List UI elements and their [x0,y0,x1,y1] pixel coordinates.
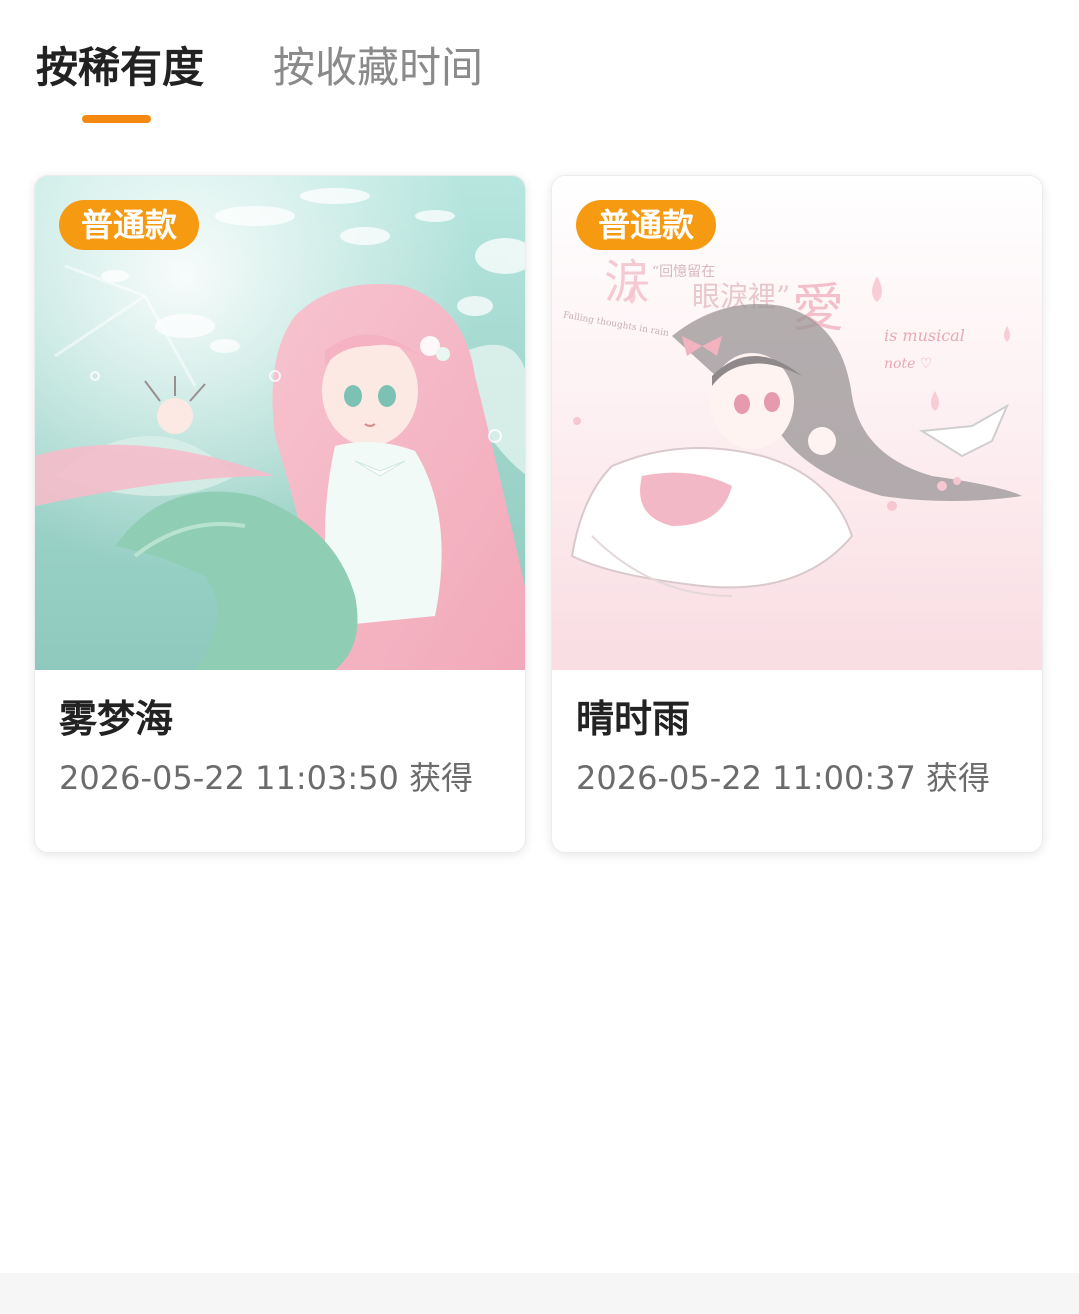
art-script-1: is musical [884,326,965,345]
collection-card-qingshiyu[interactable]: 涙 “回憶留在 眼淚裡” 愛 is musical note ♡ Falling… [551,175,1043,853]
lying-girl-illustration-image: 涙 “回憶留在 眼淚裡” 愛 is musical note ♡ Falling… [552,176,1042,670]
rarity-badge: 普通款 [576,200,717,250]
tab-by-rarity[interactable]: 按稀有度 [36,40,204,96]
art-script-2: note ♡ [884,356,932,372]
tab-by-collect-time[interactable]: 按收藏时间 [273,40,483,96]
collection-card-wumenghai[interactable]: 普通款 雾梦海 2026-05-22 11:03:50 获得 [34,175,526,853]
card-title: 雾梦海 [59,697,174,741]
mermaid-illustration-image [35,176,525,670]
art-left-char: 涙 [604,255,650,309]
card-title: 晴时雨 [576,697,691,741]
sort-tabs: 按稀有度 按收藏时间 [0,0,1079,130]
art-caption-1: “回憶留在 [652,264,715,280]
obtained-time: 2026-05-22 11:03:50 获得 [59,759,474,797]
bottom-safe-area [0,1273,1079,1314]
active-tab-indicator [82,115,151,123]
rarity-badge: 普通款 [59,200,200,250]
obtained-time: 2026-05-22 11:00:37 获得 [576,759,991,797]
